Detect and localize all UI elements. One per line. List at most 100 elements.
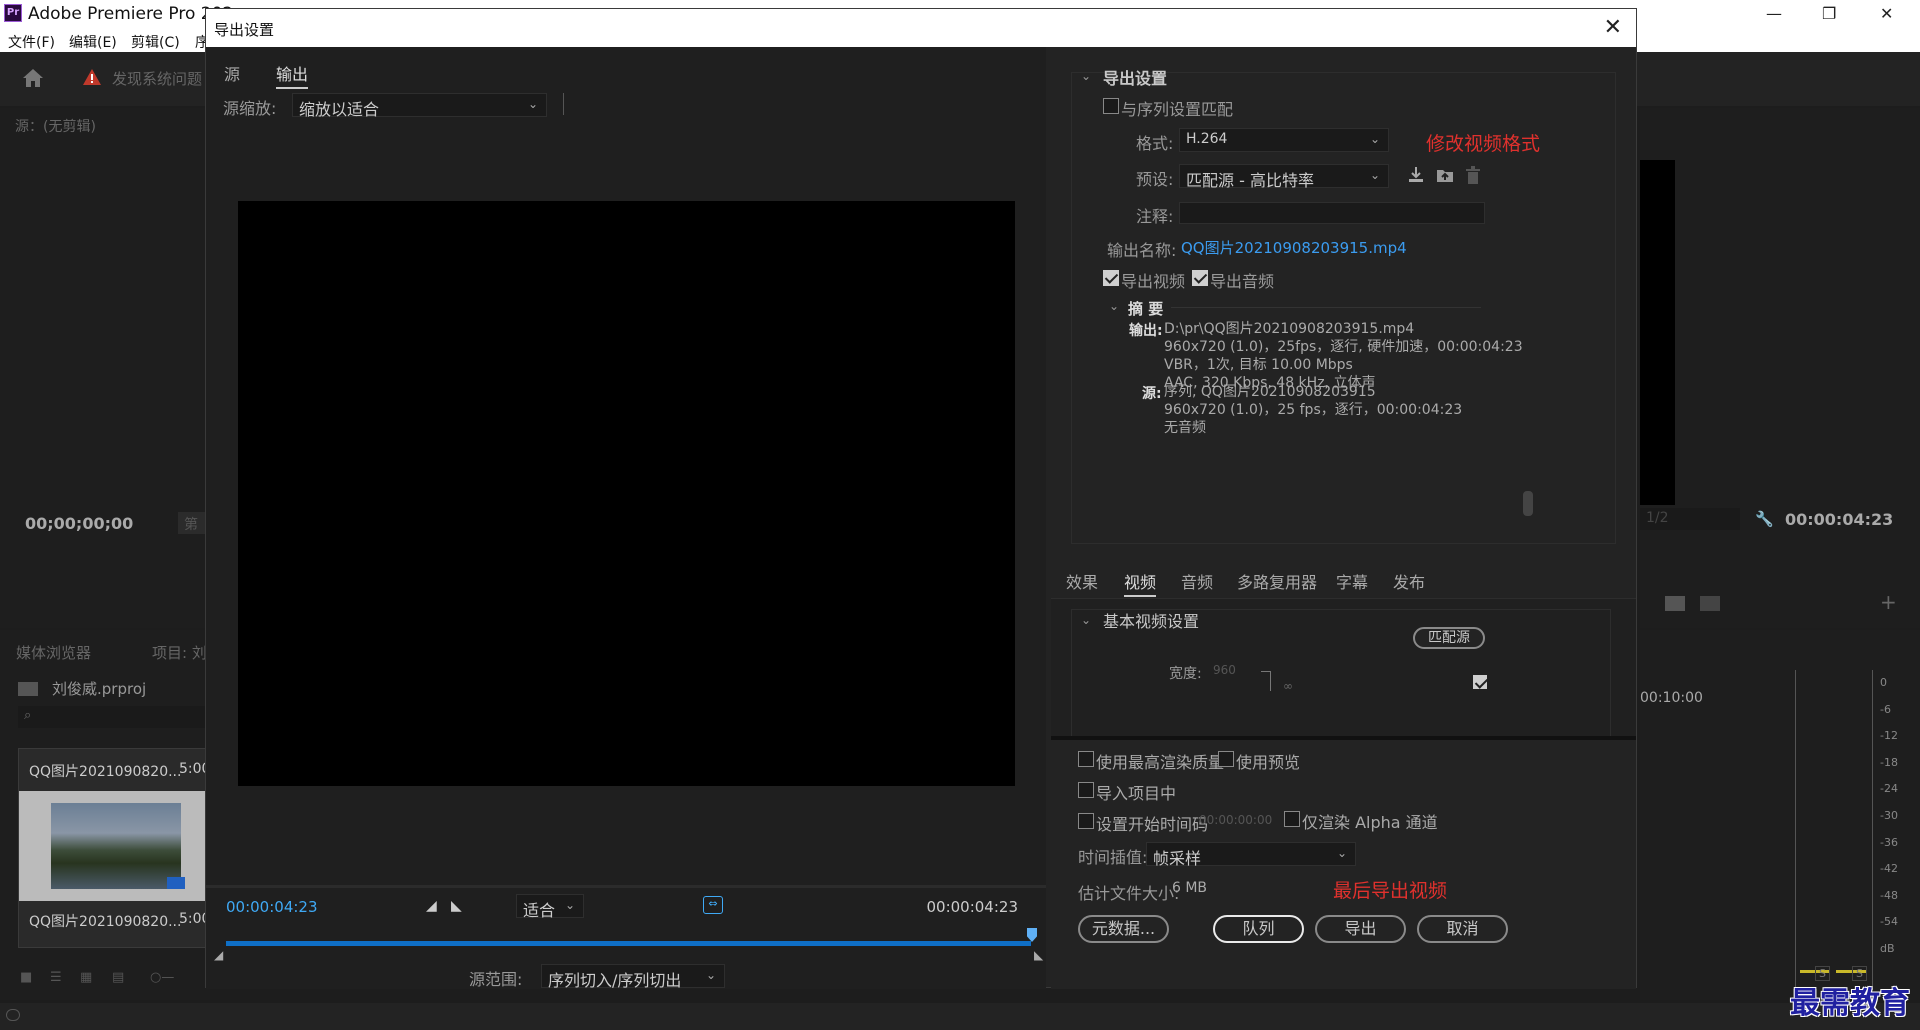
warning-icon[interactable] <box>82 68 102 86</box>
import-into-project-label[interactable]: 导入项目中 <box>1096 780 1176 804</box>
project-panel-tools: ■ ☰ ▦ ▤ ○— <box>20 970 210 985</box>
preset-dropdown[interactable]: 匹配源 - 高比特率 ⌄ <box>1179 164 1389 190</box>
set-in-point-icon[interactable]: ◢ <box>426 898 437 914</box>
output-name-link[interactable]: QQ图片20210908203915.mp4 <box>1181 237 1407 258</box>
menu-file[interactable]: 文件(F) <box>8 32 55 52</box>
tab-publish[interactable]: 发布 <box>1393 569 1425 593</box>
timeline-panel: 00:10:00 0 -6 -12 -18 -24 -30 -36 -42 -4… <box>1640 630 1920 1000</box>
file-size-label: 估计文件大小: <box>1078 884 1180 903</box>
collapse-chevron-icon[interactable]: ⌄ <box>1081 613 1091 627</box>
list-view-icon[interactable]: ☰ <box>50 970 62 985</box>
status-bar <box>0 1003 1920 1030</box>
app-close-icon[interactable]: ✕ <box>1880 4 1893 23</box>
in-point-marker[interactable]: ◢ <box>214 948 223 962</box>
delete-preset-icon[interactable] <box>1464 165 1482 185</box>
dialog-close-button[interactable]: ✕ <box>1604 15 1622 40</box>
set-start-timecode-label[interactable]: 设置开始时间码 <box>1096 811 1208 835</box>
tab-audio[interactable]: 音频 <box>1181 569 1213 593</box>
system-warning-text[interactable]: 发现系统问题 <box>112 68 202 89</box>
home-icon[interactable] <box>22 68 44 88</box>
meter-scale: 0 -6 -12 -18 -24 -30 -36 -42 -48 -54 dB <box>1880 670 1898 963</box>
summary-source-block: 序列, QQ图片20210908203915 960x720 (1.0)，25 … <box>1164 383 1462 437</box>
preview-tabs: 源 输出 <box>206 47 1046 89</box>
clip-thumbnail-card[interactable]: QQ图片2021090820... 5:00 QQ图片2021090820...… <box>18 748 211 948</box>
minimize-icon[interactable]: — <box>1766 4 1782 23</box>
meter-label: -36 <box>1880 835 1898 849</box>
timecode-current[interactable]: 00:00:04:23 <box>226 898 318 916</box>
dialog-title: 导出设置 <box>214 21 275 39</box>
compare-icon[interactable] <box>1700 596 1720 611</box>
zoom-slider-icon[interactable]: ○— <box>150 970 174 985</box>
summary-chevron-icon[interactable]: ⌄ <box>1109 299 1119 313</box>
export-button[interactable]: 导出 <box>1315 915 1406 943</box>
width-checkbox[interactable] <box>1473 675 1487 689</box>
export-video-checkbox[interactable] <box>1103 270 1119 286</box>
project-search[interactable]: ⌕ <box>18 706 208 728</box>
export-video-label[interactable]: 导出视频 <box>1121 268 1185 292</box>
aspect-ratio-correction-icon[interactable]: ⇔ <box>703 896 723 914</box>
meter-label: -6 <box>1880 702 1891 716</box>
use-previews-label[interactable]: 使用预览 <box>1236 749 1300 773</box>
collapse-chevron-icon[interactable]: ⌄ <box>1081 69 1091 83</box>
metadata-button[interactable]: 元数据... <box>1078 915 1169 943</box>
cancel-button[interactable]: 取消 <box>1417 915 1508 943</box>
import-preset-icon[interactable] <box>1435 165 1455 185</box>
toolbar-divider <box>563 93 564 115</box>
match-sequence-label[interactable]: 与序列设置匹配 <box>1121 96 1233 120</box>
format-annotation: 修改视频格式 <box>1426 133 1541 155</box>
freeform-view-icon[interactable]: ▤ <box>112 970 124 985</box>
render-alpha-label[interactable]: 仅渲染 Alpha 通道 <box>1302 809 1438 833</box>
link-chain-icon[interactable]: ∞ <box>1283 679 1293 693</box>
menu-clip[interactable]: 剪辑(C) <box>131 32 180 52</box>
tab-effects[interactable]: 效果 <box>1066 569 1098 593</box>
width-value[interactable]: 960 <box>1213 663 1236 677</box>
settings-sub-tabs: 效果 视频 音频 多路复用器 字幕 发布 <box>1051 561 1636 599</box>
lock-icon[interactable]: ■ <box>20 970 32 985</box>
add-button-icon[interactable]: + <box>1880 590 1897 614</box>
preset-value: 匹配源 - 高比特率 <box>1186 171 1314 190</box>
tab-media-browser[interactable]: 媒体浏览器 <box>16 642 91 663</box>
match-source-button[interactable]: 匹配源 <box>1413 627 1485 649</box>
restore-icon[interactable]: ❐ <box>1822 4 1836 23</box>
set-start-timecode-checkbox[interactable] <box>1078 813 1094 829</box>
chevron-down-icon: ⌄ <box>705 968 716 982</box>
scrub-bar[interactable] <box>226 941 1031 946</box>
wrench-icon[interactable]: 🔧 <box>1755 510 1774 528</box>
settings-scrollbar[interactable] <box>1523 491 1533 516</box>
use-previews-checkbox[interactable] <box>1218 751 1234 767</box>
source-panel-title[interactable]: 源：(无剪辑) <box>15 116 96 136</box>
playhead-handle[interactable] <box>1027 928 1037 942</box>
project-name: 刘俊威.prproj <box>52 680 147 698</box>
source-range-dropdown[interactable]: 序列切入/序列切出 ⌄ <box>541 964 725 990</box>
out-point-marker[interactable]: ◣ <box>1034 948 1043 962</box>
tab-video[interactable]: 视频 <box>1124 569 1157 597</box>
start-timecode-value[interactable]: 00:00:00:00 <box>1199 813 1272 827</box>
render-alpha-checkbox[interactable] <box>1284 811 1300 827</box>
export-audio-checkbox[interactable] <box>1192 270 1208 286</box>
tab-source[interactable]: 源 <box>224 61 240 85</box>
program-timecode[interactable]: 00:00:04:23 <box>1785 510 1893 529</box>
import-into-project-checkbox[interactable] <box>1078 782 1094 798</box>
program-fraction[interactable]: 1/2 <box>1640 508 1740 530</box>
tab-multiplexer[interactable]: 多路复用器 <box>1237 569 1317 593</box>
export-audio-label[interactable]: 导出音频 <box>1210 268 1274 292</box>
tab-project[interactable]: 项目: 刘 <box>152 642 207 663</box>
tab-captions[interactable]: 字幕 <box>1336 569 1368 593</box>
fit-dropdown[interactable]: 适合 ⌄ <box>516 894 584 920</box>
save-preset-icon[interactable] <box>1406 165 1426 185</box>
queue-button[interactable]: 队列 <box>1213 915 1304 943</box>
max-render-quality-label[interactable]: 使用最高渲染质量 <box>1096 749 1224 773</box>
set-out-point-icon[interactable]: ◣ <box>451 898 462 914</box>
menu-edit[interactable]: 编辑(E) <box>69 32 117 52</box>
clip-name: QQ图片2021090820... <box>29 764 182 780</box>
source-timecode[interactable]: 00;00;00;00 <box>25 514 133 533</box>
format-dropdown[interactable]: H.264 ⌄ <box>1179 128 1389 152</box>
tab-output[interactable]: 输出 <box>276 61 309 89</box>
comments-input[interactable] <box>1179 202 1485 224</box>
max-render-quality-checkbox[interactable] <box>1078 751 1094 767</box>
icon-view-icon[interactable]: ▦ <box>80 970 92 985</box>
camera-icon[interactable] <box>1665 596 1685 611</box>
match-sequence-checkbox[interactable] <box>1103 98 1119 114</box>
source-scaling-dropdown[interactable]: 缩放以适合 ⌄ <box>292 93 547 119</box>
time-interpolation-dropdown[interactable]: 帧采样 ⌄ <box>1146 842 1356 868</box>
